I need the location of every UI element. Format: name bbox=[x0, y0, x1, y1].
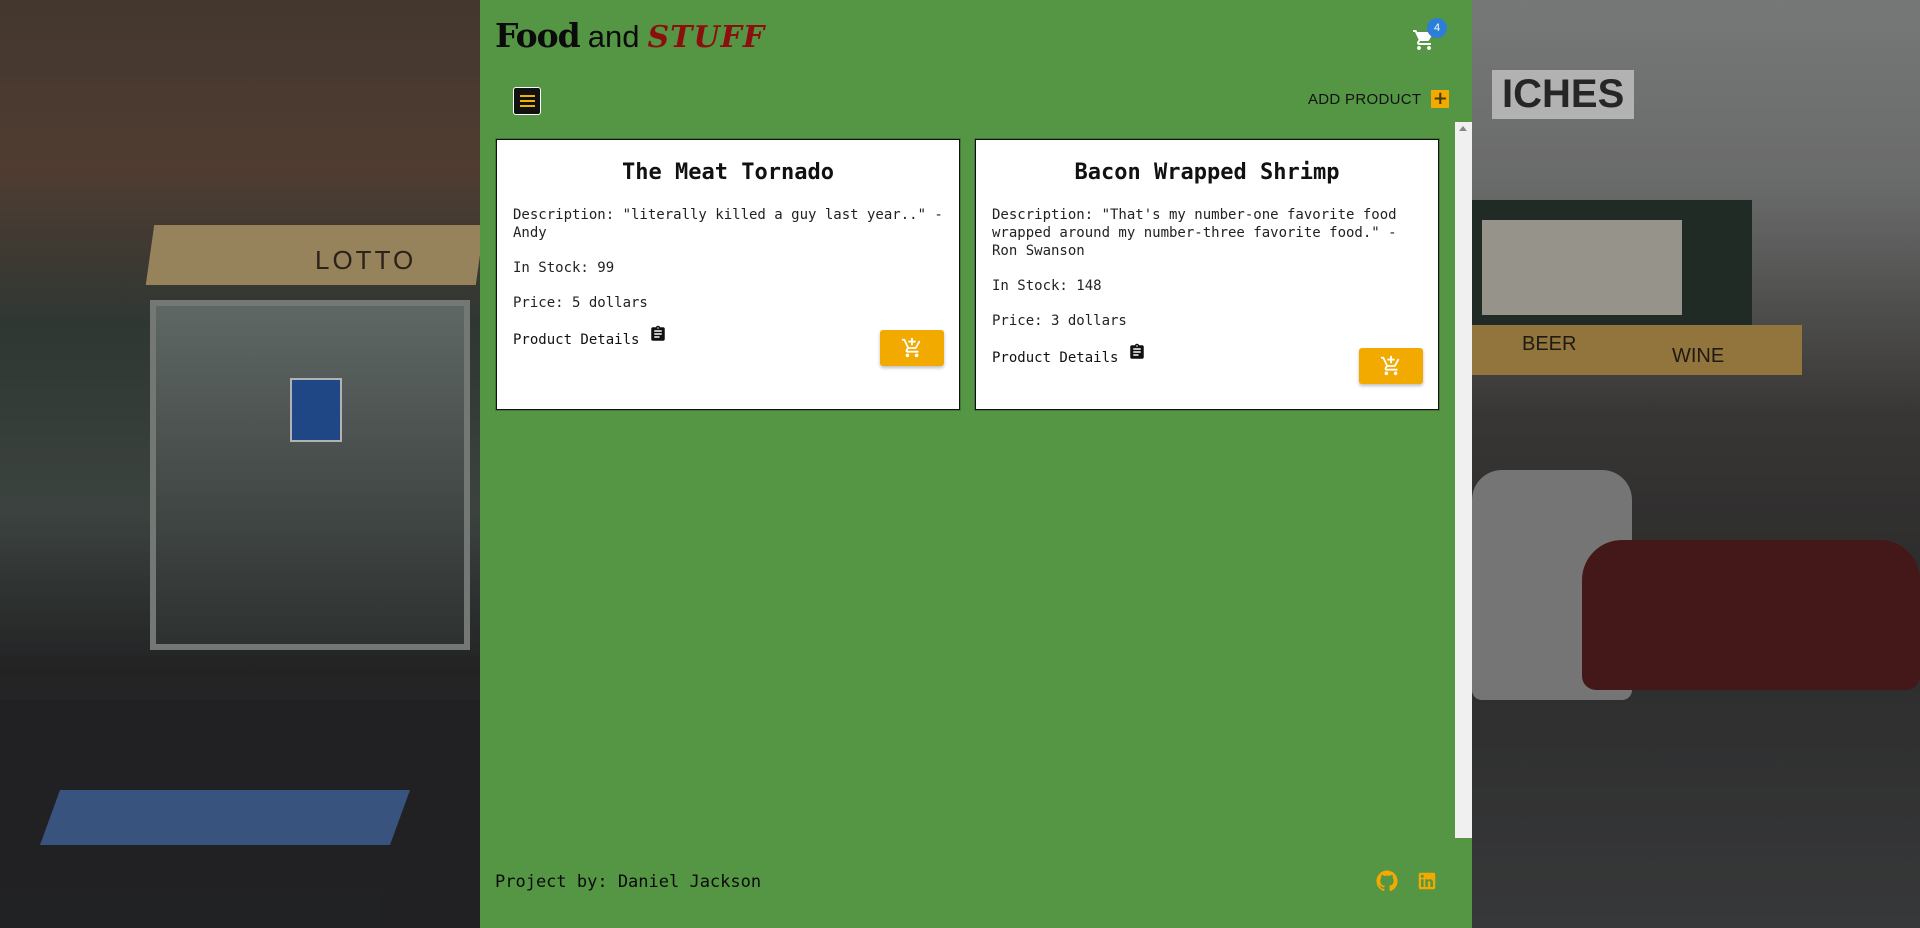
menu-icon-bar bbox=[519, 105, 535, 107]
product-description: Description: "That's my number-one favor… bbox=[992, 207, 1397, 259]
github-icon[interactable] bbox=[1376, 870, 1398, 892]
clipboard-icon bbox=[1130, 343, 1145, 359]
product-name: The Meat Tornado bbox=[622, 160, 834, 185]
add-to-cart-button[interactable] bbox=[880, 330, 944, 366]
product-description: Description: "literally killed a guy las… bbox=[513, 207, 943, 241]
product-name: Bacon Wrapped Shrimp bbox=[1074, 160, 1340, 185]
product-details-label: Product Details bbox=[513, 332, 640, 348]
hamburger-menu-button[interactable] bbox=[513, 87, 541, 115]
menu-icon-bar bbox=[519, 100, 535, 102]
plus-icon: + bbox=[1431, 88, 1450, 109]
scroll-up-arrow-icon[interactable] bbox=[1459, 126, 1467, 131]
add-product-button[interactable]: ADD PRODUCT + bbox=[1308, 88, 1450, 109]
product-details-label: Product Details bbox=[992, 350, 1119, 366]
logo-stuff: STUFF bbox=[647, 20, 766, 55]
product-price: Price: 3 dollars bbox=[992, 313, 1127, 329]
product-stock: In Stock: 148 bbox=[992, 278, 1102, 294]
product-card: The Meat Tornado Description: "literally… bbox=[496, 139, 960, 410]
product-stock: In Stock: 99 bbox=[513, 260, 615, 276]
cart-count-badge: 4 bbox=[1427, 18, 1447, 38]
footer-credit: Project by: Daniel Jackson bbox=[495, 872, 762, 892]
app-panel: Food and STUFF 4 ADD PRODUCT + The Meat … bbox=[480, 0, 1472, 928]
linkedin-icon[interactable] bbox=[1416, 870, 1438, 892]
logo-food: Food bbox=[495, 16, 581, 55]
product-card: Bacon Wrapped Shrimp Description: "That'… bbox=[975, 139, 1439, 410]
product-details-link[interactable]: Product Details bbox=[513, 325, 667, 350]
add-to-cart-button[interactable] bbox=[1359, 348, 1423, 384]
site-logo[interactable]: Food and STUFF bbox=[495, 16, 765, 55]
product-details-link[interactable]: Product Details bbox=[992, 343, 1146, 368]
clipboard-icon bbox=[651, 325, 666, 341]
product-price: Price: 5 dollars bbox=[513, 295, 648, 311]
add-shopping-cart-icon bbox=[901, 337, 921, 358]
add-product-label: ADD PRODUCT bbox=[1308, 90, 1422, 108]
scrollbar[interactable] bbox=[1455, 122, 1472, 838]
add-shopping-cart-icon bbox=[1380, 355, 1400, 376]
logo-and: and bbox=[587, 19, 640, 54]
menu-icon-bar bbox=[519, 95, 535, 97]
